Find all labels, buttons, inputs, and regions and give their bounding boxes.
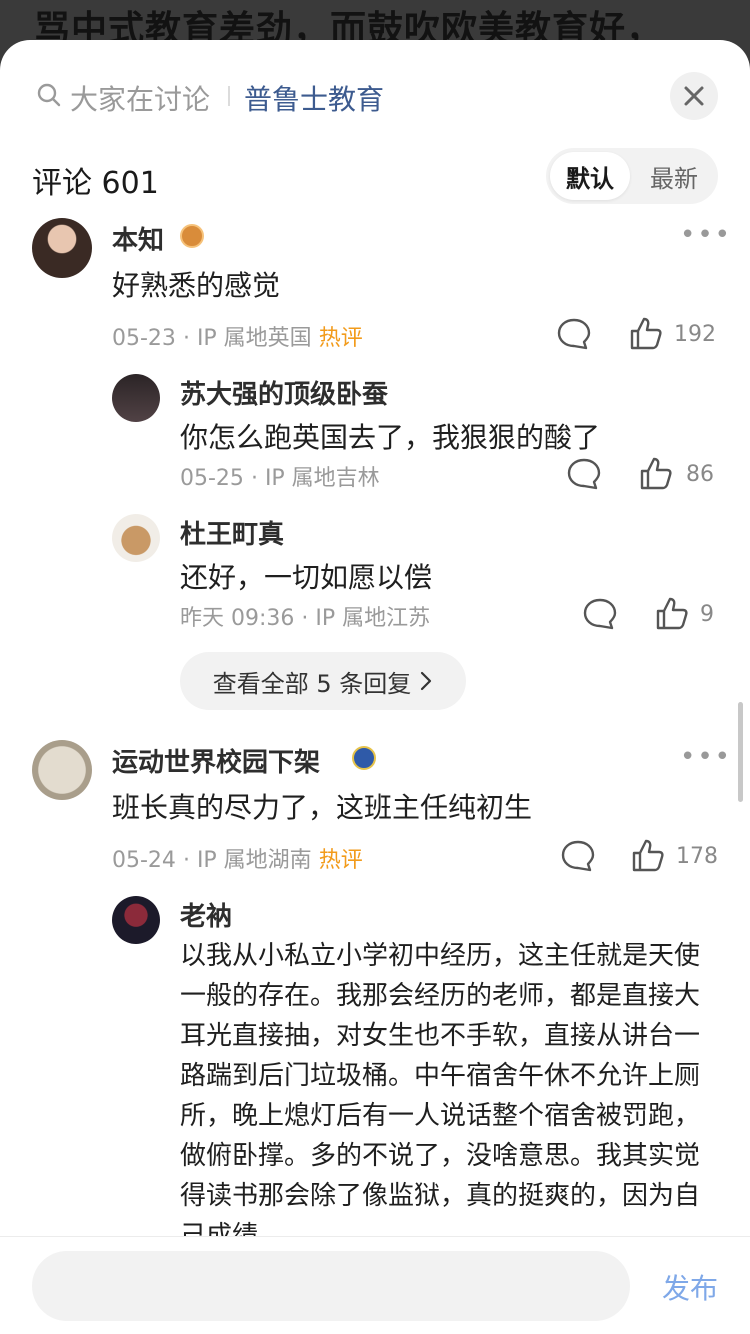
hot-comment-badge: 热评 [318, 326, 363, 351]
like-icon[interactable] [628, 316, 664, 352]
reply-date: 昨天 09:36 [180, 606, 295, 631]
chevron-right-icon [421, 671, 432, 691]
meta-separator: · [182, 326, 190, 351]
comment-ip: IP 属地英国 [196, 326, 312, 351]
search-icon[interactable] [36, 82, 62, 108]
comment-count-title: 评论 601 [32, 166, 159, 201]
comment-author[interactable]: 运动世界校园下架 [112, 742, 320, 779]
reply-icon[interactable] [560, 838, 596, 874]
avatar[interactable] [112, 514, 160, 562]
see-all-replies-button[interactable]: 查看全部 5 条回复 [180, 652, 466, 710]
reply-ip: IP 属地吉林 [264, 466, 380, 491]
meta-separator: · [301, 606, 309, 631]
comment-date: 05-24 [112, 848, 176, 873]
comment-date: 05-23 [112, 326, 176, 351]
reply-meta: 昨天 09:36 · IP 属地江苏 [180, 600, 430, 632]
reply-meta: 05-25 · IP 属地吉林 [180, 460, 380, 492]
divider [228, 86, 230, 106]
meta-separator: · [250, 466, 258, 491]
comment-meta: 05-24 · IP 属地湖南 热评 [112, 842, 363, 874]
reply-author[interactable]: 苏大强的顶级卧蚕 [180, 374, 388, 411]
sort-latest-tab[interactable]: 最新 [634, 152, 714, 200]
reply-author[interactable]: 老衲 [180, 896, 232, 933]
comment-text: 好熟悉的感觉 [112, 269, 281, 302]
close-button[interactable] [670, 72, 718, 120]
reply-date: 05-25 [180, 466, 244, 491]
close-icon [684, 86, 704, 106]
avatar[interactable] [32, 218, 92, 278]
reply-text: 以我从小私立小学初中经历，这主任就是天使一般的存在。我那会经历的老师，都是直接大… [180, 941, 701, 1251]
comment-input[interactable] [32, 1251, 630, 1321]
user-badge-icon [180, 224, 204, 248]
publish-button[interactable]: 发布 [662, 1267, 718, 1307]
sort-toggle: 默认 最新 [546, 148, 718, 204]
reply-text: 还好，一切如愿以偿 [180, 561, 433, 594]
reply-icon[interactable] [556, 316, 592, 352]
reply-text: 你怎么跑英国去了，我狠狠的酸了 [180, 421, 601, 454]
avatar[interactable] [112, 374, 160, 422]
reply-author[interactable]: 杜王町真 [180, 514, 284, 551]
more-options-icon[interactable]: ••• [680, 742, 732, 772]
more-options-icon[interactable]: ••• [680, 220, 732, 250]
comment-meta: 05-23 · IP 属地英国 热评 [112, 320, 363, 352]
comment-sheet: 大家在讨论 普鲁士教育 评论 601 默认 最新 本知 ••• 好熟悉的感觉 0… [0, 40, 750, 1334]
like-count: 192 [674, 322, 716, 347]
like-count: 178 [676, 844, 718, 869]
reply-ip: IP 属地江苏 [315, 606, 431, 631]
like-count: 86 [686, 462, 714, 487]
reply-icon[interactable] [582, 596, 618, 632]
avatar[interactable] [32, 740, 92, 800]
like-icon[interactable] [654, 596, 690, 632]
see-all-label: 查看全部 5 条回复 [212, 669, 412, 698]
hot-topic-link[interactable]: 普鲁士教育 [244, 78, 384, 118]
comment-text: 班长真的尽力了，这班主任纯初生 [112, 791, 533, 824]
hot-comment-badge: 热评 [318, 848, 363, 873]
comment-input-bar: 发布 [0, 1236, 750, 1334]
sort-default-tab[interactable]: 默认 [550, 152, 630, 200]
like-icon[interactable] [630, 838, 666, 874]
comment-author[interactable]: 本知 [112, 220, 164, 257]
meta-separator: · [182, 848, 190, 873]
comment-topbar: 大家在讨论 普鲁士教育 [0, 40, 750, 150]
like-icon[interactable] [638, 456, 674, 492]
comment-ip: IP 属地湖南 [196, 848, 312, 873]
like-count: 9 [700, 602, 714, 627]
scrollbar[interactable] [738, 702, 743, 802]
avatar[interactable] [112, 896, 160, 944]
search-hint[interactable]: 大家在讨论 [70, 78, 210, 118]
reply-icon[interactable] [566, 456, 602, 492]
user-badge-icon [352, 746, 376, 770]
